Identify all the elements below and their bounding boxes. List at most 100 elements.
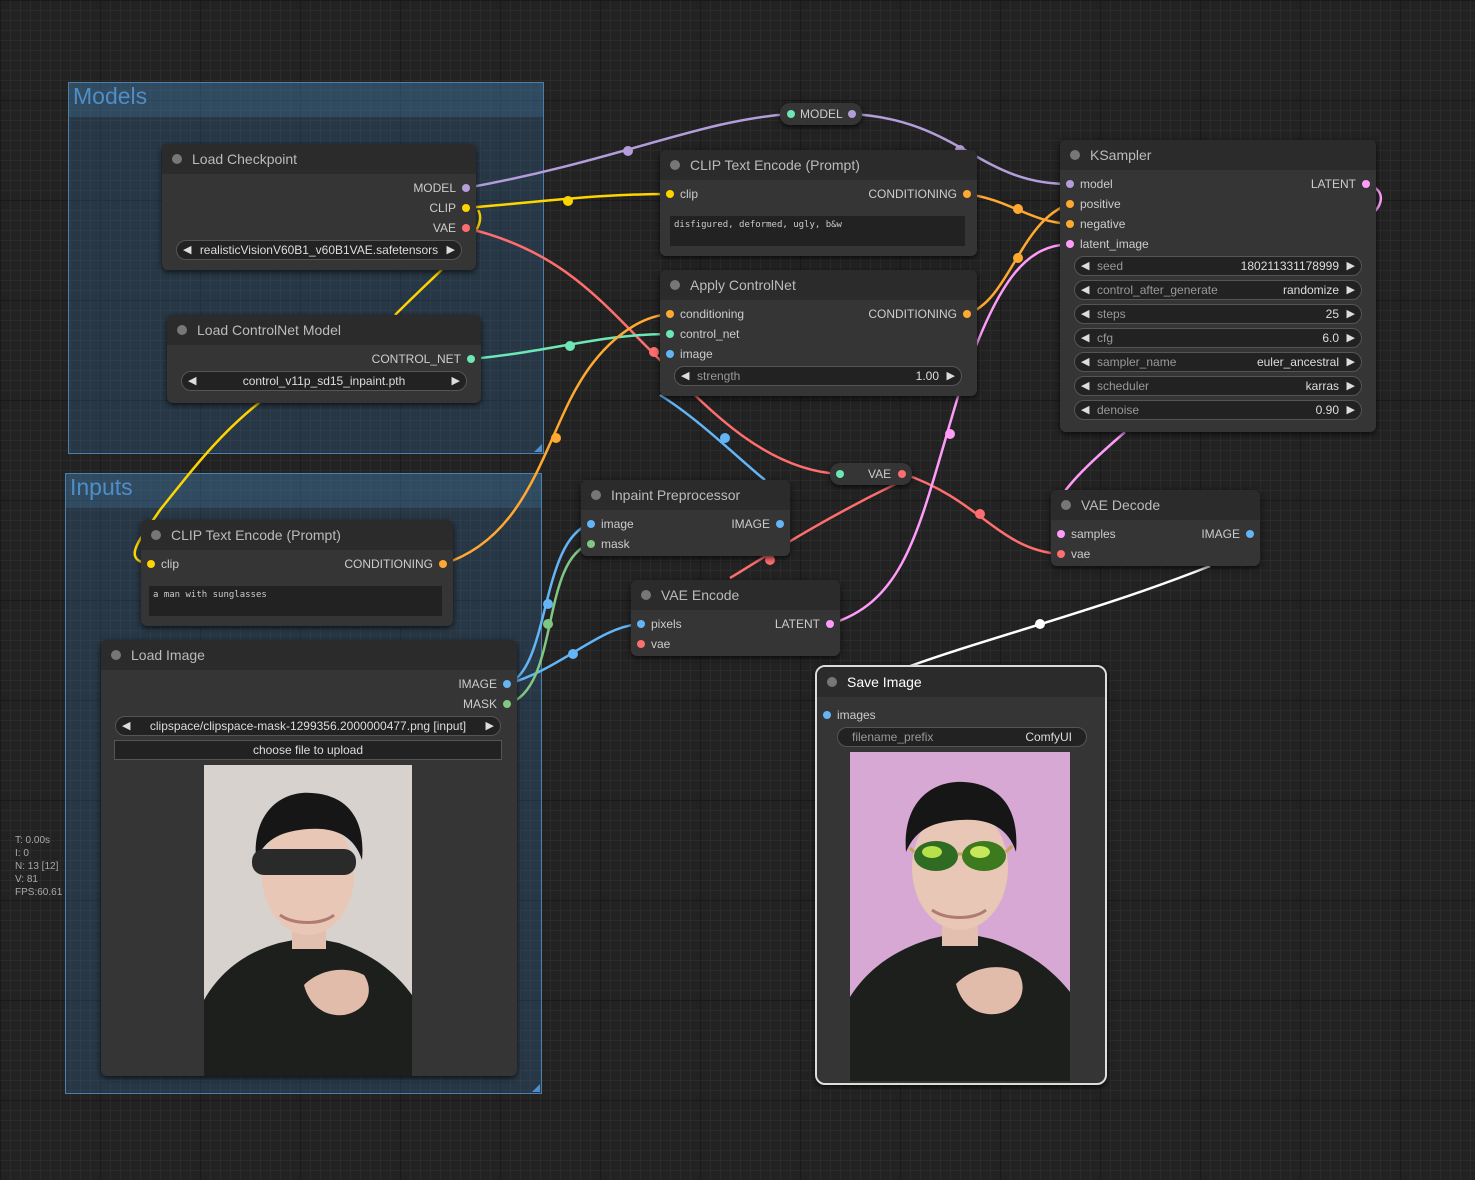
arrow-left-icon[interactable]: ◀ — [1081, 305, 1089, 323]
output-image[interactable]: IMAGE — [731, 514, 790, 534]
reroute-model[interactable]: MODEL — [780, 103, 862, 125]
arrow-right-icon[interactable]: ▶ — [447, 241, 455, 259]
prompt-textarea[interactable]: disfigured, deformed, ugly, b&w — [670, 216, 965, 246]
strength-slider[interactable]: ◀ strength 1.00 ▶ — [674, 366, 962, 386]
collapse-dot-icon[interactable] — [670, 160, 680, 170]
arrow-right-icon[interactable]: ▶ — [1347, 377, 1355, 395]
arrow-left-icon[interactable]: ◀ — [1081, 377, 1089, 395]
node-title[interactable]: Apply ControlNet — [660, 270, 977, 300]
node-load-image[interactable]: Load Image IMAGE MASK ◀ clipspace/clipsp… — [101, 640, 517, 1076]
seed-widget[interactable]: ◀ seed 180211331178999 ▶ — [1074, 256, 1362, 276]
slot-dot[interactable] — [1057, 550, 1065, 558]
slot-dot[interactable] — [836, 470, 844, 478]
node-title[interactable]: Load Checkpoint — [162, 144, 476, 174]
collapse-dot-icon[interactable] — [172, 154, 182, 164]
output-conditioning[interactable]: CONDITIONING — [344, 554, 453, 574]
output-mask[interactable]: MASK — [463, 694, 517, 714]
arrow-right-icon[interactable]: ▶ — [1347, 329, 1355, 347]
input-mask[interactable]: mask — [581, 534, 630, 554]
input-control-net[interactable]: control_net — [660, 324, 739, 344]
node-title[interactable]: CLIP Text Encode (Prompt) — [141, 520, 453, 550]
input-latent-image[interactable]: latent_image — [1060, 234, 1149, 254]
slot-dot[interactable] — [848, 110, 856, 118]
slot-dot[interactable] — [823, 711, 831, 719]
arrow-left-icon[interactable]: ◀ — [1081, 281, 1089, 299]
arrow-left-icon[interactable]: ◀ — [122, 717, 130, 735]
input-samples[interactable]: samples — [1051, 524, 1116, 544]
input-pixels[interactable]: pixels — [631, 614, 682, 634]
collapse-dot-icon[interactable] — [670, 280, 680, 290]
node-load-checkpoint[interactable]: Load Checkpoint MODEL CLIP VAE ◀ realist… — [162, 144, 476, 270]
input-positive[interactable]: positive — [1060, 194, 1121, 214]
node-title[interactable]: Inpaint Preprocessor — [581, 480, 790, 510]
collapse-dot-icon[interactable] — [827, 677, 837, 687]
slot-dot[interactable] — [1066, 200, 1074, 208]
input-vae[interactable]: vae — [631, 634, 670, 654]
arrow-left-icon[interactable]: ◀ — [188, 372, 196, 390]
upload-button[interactable]: choose file to upload — [114, 740, 502, 760]
output-image[interactable]: IMAGE — [458, 674, 517, 694]
output-model[interactable]: MODEL — [413, 178, 476, 198]
node-vae-decode[interactable]: VAE Decode samples vae IMAGE — [1051, 490, 1260, 566]
input-image[interactable]: image — [660, 344, 713, 364]
collapse-dot-icon[interactable] — [641, 590, 651, 600]
collapse-dot-icon[interactable] — [591, 490, 601, 500]
steps-widget[interactable]: ◀ steps 25 ▶ — [1074, 304, 1362, 324]
arrow-right-icon[interactable]: ▶ — [1347, 401, 1355, 419]
slot-dot[interactable] — [462, 224, 470, 232]
slot-dot[interactable] — [666, 190, 674, 198]
slot-dot[interactable] — [1066, 220, 1074, 228]
collapse-dot-icon[interactable] — [1070, 150, 1080, 160]
node-inpaint-preprocessor[interactable]: Inpaint Preprocessor image mask IMAGE — [581, 480, 790, 556]
node-title[interactable]: VAE Encode — [631, 580, 840, 610]
slot-dot[interactable] — [503, 680, 511, 688]
slot-dot[interactable] — [963, 190, 971, 198]
output-clip[interactable]: CLIP — [429, 198, 476, 218]
slot-dot[interactable] — [462, 204, 470, 212]
arrow-right-icon[interactable]: ▶ — [1347, 305, 1355, 323]
node-title[interactable]: VAE Decode — [1051, 490, 1260, 520]
slot-dot[interactable] — [1057, 530, 1065, 538]
ckpt-name-combo[interactable]: ◀ realisticVisionV60B1_v60B1VAE.safetens… — [176, 240, 462, 260]
slot-dot[interactable] — [666, 310, 674, 318]
slot-dot[interactable] — [503, 700, 511, 708]
input-images[interactable]: images — [817, 705, 876, 725]
slot-dot[interactable] — [776, 520, 784, 528]
slot-dot[interactable] — [467, 355, 475, 363]
slot-dot[interactable] — [666, 350, 674, 358]
slot-dot[interactable] — [637, 620, 645, 628]
group-resize-handle[interactable] — [532, 1084, 540, 1092]
node-apply-controlnet[interactable]: Apply ControlNet conditioning control_ne… — [660, 270, 977, 396]
slot-dot[interactable] — [898, 470, 906, 478]
node-save-image[interactable]: Save Image images filename_prefix ComfyU… — [815, 665, 1107, 1085]
node-clip-text-encode-positive[interactable]: CLIP Text Encode (Prompt) clip CONDITION… — [141, 520, 453, 626]
arrow-left-icon[interactable]: ◀ — [1081, 401, 1089, 419]
slot-dot[interactable] — [666, 330, 674, 338]
node-title[interactable]: Load Image — [101, 640, 517, 670]
prompt-textarea[interactable]: a man with sunglasses — [149, 586, 442, 616]
group-resize-handle[interactable] — [534, 444, 542, 452]
denoise-widget[interactable]: ◀ denoise 0.90 ▶ — [1074, 400, 1362, 420]
arrow-right-icon[interactable]: ▶ — [1347, 257, 1355, 275]
node-title[interactable]: Save Image — [817, 667, 1105, 697]
control-net-name-combo[interactable]: ◀ control_v11p_sd15_inpaint.pth ▶ — [181, 371, 467, 391]
collapse-dot-icon[interactable] — [177, 325, 187, 335]
node-ksampler[interactable]: KSampler model positive negative latent_… — [1060, 140, 1376, 432]
slot-dot[interactable] — [462, 184, 470, 192]
input-clip[interactable]: clip — [141, 554, 179, 574]
filename-prefix-widget[interactable]: filename_prefix ComfyUI — [837, 727, 1087, 747]
slot-dot[interactable] — [963, 310, 971, 318]
sampler-name-widget[interactable]: ◀ sampler_name euler_ancestral ▶ — [1074, 352, 1362, 372]
output-latent[interactable]: LATENT — [775, 614, 840, 634]
slot-dot[interactable] — [826, 620, 834, 628]
node-title[interactable]: CLIP Text Encode (Prompt) — [660, 150, 977, 180]
output-control-net[interactable]: CONTROL_NET — [372, 349, 481, 369]
node-title[interactable]: KSampler — [1060, 140, 1376, 170]
slot-dot[interactable] — [1066, 180, 1074, 188]
slot-dot[interactable] — [587, 540, 595, 548]
arrow-left-icon[interactable]: ◀ — [1081, 257, 1089, 275]
arrow-right-icon[interactable]: ▶ — [947, 367, 955, 385]
input-vae[interactable]: vae — [1051, 544, 1090, 564]
group-inputs-header[interactable] — [66, 474, 541, 508]
slot-dot[interactable] — [439, 560, 447, 568]
